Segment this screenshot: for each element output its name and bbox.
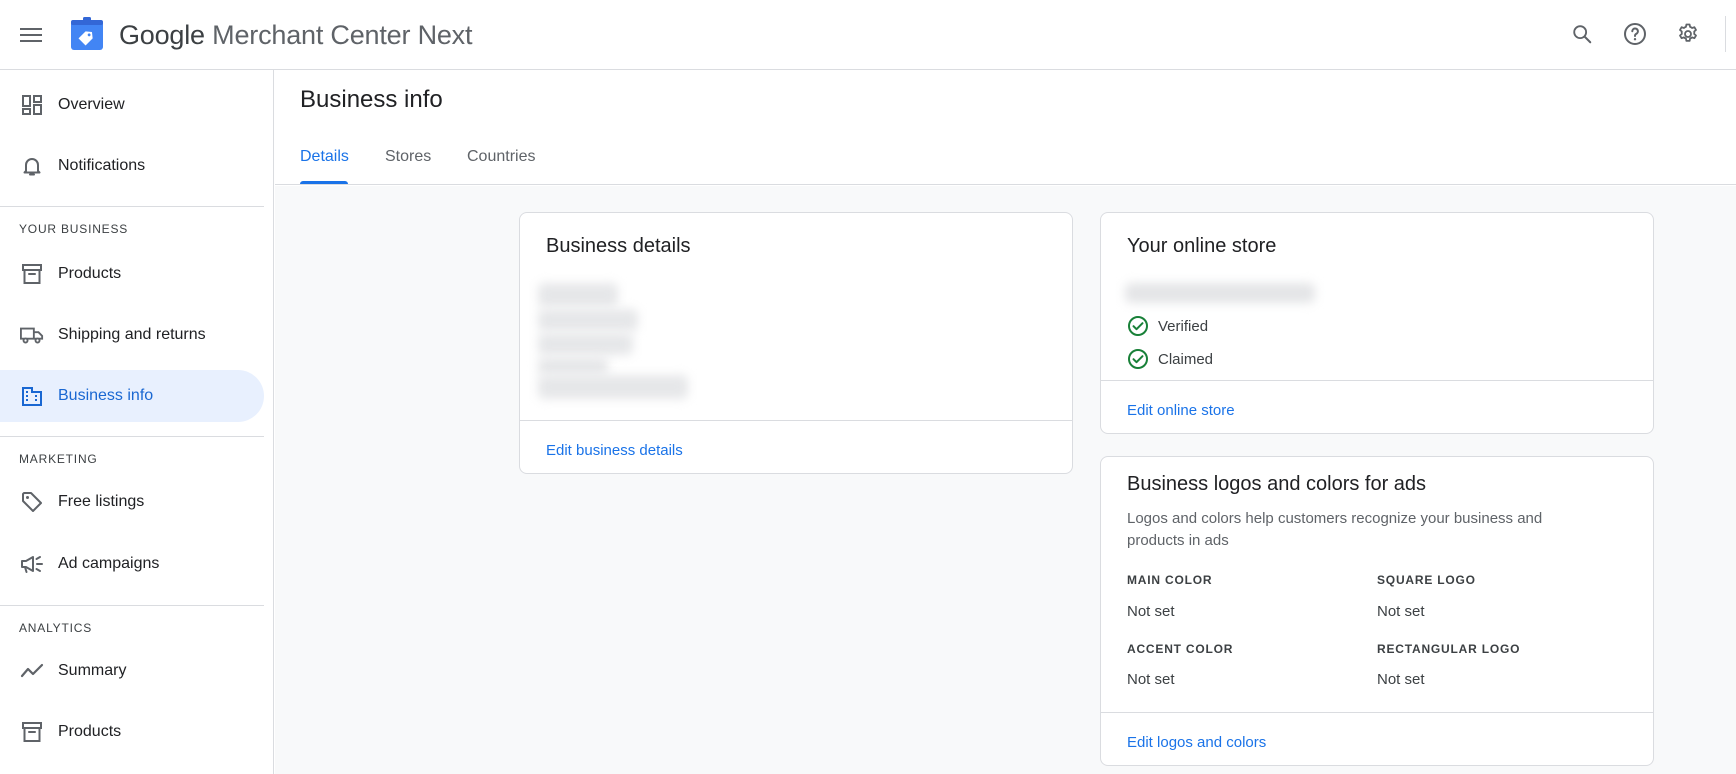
status-verified: Verified xyxy=(1127,315,1208,337)
sidebar-item-label: Business info xyxy=(58,387,154,404)
sidebar-nav: Overview Notifications YOUR BUSINESS Pro… xyxy=(0,70,274,774)
sidebar-item-ad-campaigns[interactable]: Ad campaigns xyxy=(0,538,264,590)
sidebar-item-notifications[interactable]: Notifications xyxy=(0,140,264,192)
sidebar-item-label: Notifications xyxy=(58,157,146,174)
field-label-rectangular-logo: RECTANGULAR LOGO xyxy=(1377,642,1521,656)
edit-business-details-link[interactable]: Edit business details xyxy=(546,442,683,459)
field-value-accent-color: Not set xyxy=(1127,671,1175,688)
field-label-square-logo: SQUARE LOGO xyxy=(1377,573,1476,587)
brand-product-name: Merchant Center Next xyxy=(204,20,473,50)
redacted-text xyxy=(538,309,638,331)
sidebar-item-label: Overview xyxy=(58,96,125,113)
card-title: Your online store xyxy=(1127,235,1277,257)
sidebar-item-overview[interactable]: Overview xyxy=(0,79,264,131)
app-title: Google Merchant Center Next xyxy=(119,18,472,52)
archive-icon xyxy=(20,720,44,744)
card-divider xyxy=(1101,712,1653,713)
card-title: Business logos and colors for ads xyxy=(1127,473,1427,495)
tab-countries[interactable]: Countries xyxy=(467,148,535,185)
edit-online-store-link[interactable]: Edit online store xyxy=(1127,402,1235,419)
status-label: Verified xyxy=(1158,317,1209,335)
field-label-accent-color: ACCENT COLOR xyxy=(1127,642,1234,656)
sidebar-item-summary[interactable]: Summary xyxy=(0,645,264,697)
trending-icon xyxy=(20,659,44,683)
sidebar-item-analytics-products[interactable]: Products xyxy=(0,706,264,758)
card-title: Business details xyxy=(546,235,691,257)
redacted-text xyxy=(538,357,608,375)
archive-icon xyxy=(20,262,44,286)
redacted-url xyxy=(1125,283,1315,303)
settings-icon[interactable] xyxy=(1672,18,1704,50)
help-icon[interactable] xyxy=(1619,18,1651,50)
section-heading-marketing: MARKETING xyxy=(19,452,98,466)
online-store-card: Your online store Verified Claimed Edit … xyxy=(1100,212,1654,434)
menu-icon[interactable] xyxy=(16,20,46,50)
sidebar-item-label: Ad campaigns xyxy=(58,555,160,572)
edit-logos-and-colors-link[interactable]: Edit logos and colors xyxy=(1127,734,1266,751)
main-content: Business details Edit business details Y… xyxy=(275,186,1736,774)
section-heading-analytics: ANALYTICS xyxy=(19,621,92,635)
active-tab-indicator xyxy=(300,181,348,184)
sidebar-item-label: Summary xyxy=(58,662,127,679)
sidebar-item-shipping-and-returns[interactable]: Shipping and returns xyxy=(0,309,264,361)
sidebar-item-label: Free listings xyxy=(58,493,145,510)
sidebar-item-label: Shipping and returns xyxy=(58,326,206,343)
page-title: Business info xyxy=(300,86,443,113)
logos-colors-card: Business logos and colors for ads Logos … xyxy=(1100,456,1654,766)
truck-icon xyxy=(20,323,44,347)
section-heading-your-business: YOUR BUSINESS xyxy=(19,222,129,236)
status-label: Claimed xyxy=(1158,350,1214,368)
bell-icon xyxy=(20,154,44,178)
sidebar-divider xyxy=(0,436,264,437)
field-value-rectangular-logo: Not set xyxy=(1377,671,1425,688)
building-icon xyxy=(20,384,44,408)
tag-icon xyxy=(20,490,44,514)
sidebar-item-label: Products xyxy=(58,723,122,740)
sidebar-item-products[interactable]: Products xyxy=(0,248,264,300)
field-label-main-color: MAIN COLOR xyxy=(1127,573,1213,587)
dashboard-icon xyxy=(20,93,44,117)
tab-details[interactable]: Details xyxy=(300,148,349,185)
business-details-card: Business details Edit business details xyxy=(519,212,1073,474)
card-divider xyxy=(1101,380,1653,381)
redacted-text xyxy=(538,375,688,399)
field-value-main-color: Not set xyxy=(1127,603,1175,620)
sidebar-divider xyxy=(0,206,264,207)
search-icon[interactable] xyxy=(1566,18,1598,50)
tab-stores[interactable]: Stores xyxy=(385,148,431,185)
sidebar-item-business-info[interactable]: Business info xyxy=(0,370,264,422)
megaphone-icon xyxy=(20,552,44,576)
topbar-divider xyxy=(1725,16,1726,52)
sidebar-divider xyxy=(0,605,264,606)
sidebar-item-label: Products xyxy=(58,265,122,282)
brand-google: Google xyxy=(119,20,205,50)
status-claimed: Claimed xyxy=(1127,348,1213,370)
card-divider xyxy=(520,420,1072,421)
redacted-text xyxy=(538,333,633,355)
field-value-square-logo: Not set xyxy=(1377,603,1425,620)
top-app-bar: Google Merchant Center Next xyxy=(0,0,1736,70)
sidebar-item-free-listings[interactable]: Free listings xyxy=(0,476,264,528)
page-header: Business info Details Stores Countries xyxy=(275,70,1736,185)
check-circle-icon xyxy=(1128,316,1148,336)
redacted-text xyxy=(538,283,618,307)
card-description: Logos and colors help customers recogniz… xyxy=(1127,510,1543,549)
check-circle-icon xyxy=(1128,349,1148,369)
merchant-center-logo-icon xyxy=(70,17,104,51)
